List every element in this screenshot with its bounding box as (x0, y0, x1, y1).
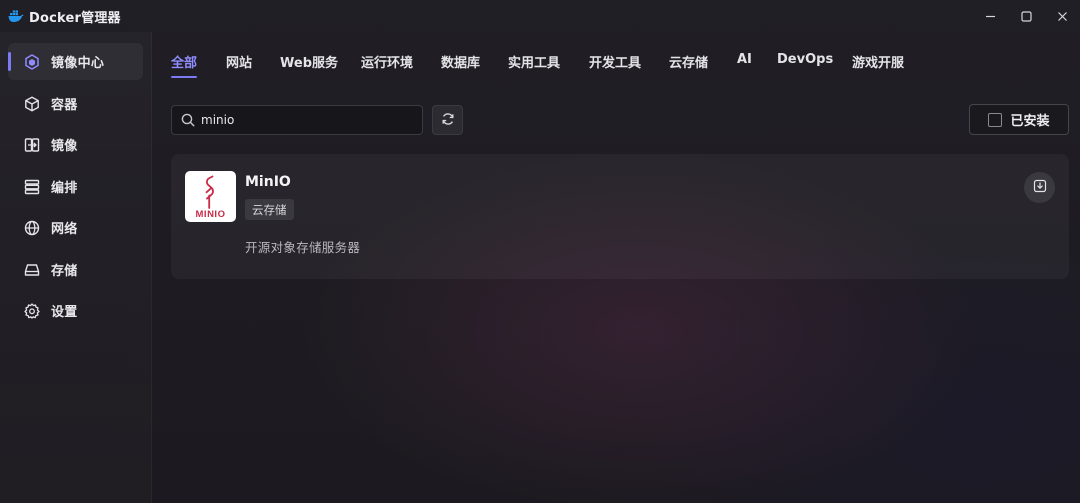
search-box (171, 105, 423, 135)
sidebar-item-label: 编排 (51, 181, 78, 196)
minio-logo: MINIO (185, 171, 236, 222)
drive-icon (23, 261, 41, 279)
title-bar: Docker管理器 (0, 0, 1080, 32)
window-controls (972, 0, 1080, 32)
sidebar-item-compose[interactable]: 编排 (8, 168, 143, 205)
maximize-icon (1020, 7, 1032, 26)
installed-filter-toggle[interactable]: 已安装 (969, 104, 1069, 135)
sidebar-item-images[interactable]: 镜像 (8, 126, 143, 163)
tab-active-underline (171, 76, 198, 78)
close-icon (1057, 7, 1068, 26)
tab-web-service[interactable]: Web服务 (280, 52, 338, 78)
search-icon (181, 113, 195, 127)
app-card[interactable]: MINIO MinIO 云存储 开源对象存储服务器 (171, 154, 1069, 279)
sidebar-item-label: 容器 (51, 98, 78, 113)
tab-label: DevOps (777, 52, 834, 67)
globe-icon (23, 219, 41, 237)
sidebar-item-containers[interactable]: 容器 (8, 85, 143, 122)
tab-ai[interactable]: AI (737, 52, 752, 78)
tab-label: 全部 (171, 56, 198, 71)
tab-runtime[interactable]: 运行环境 (361, 52, 413, 78)
layers-icon (23, 178, 41, 196)
refresh-icon (441, 111, 455, 130)
tab-label: 游戏开服 (852, 56, 905, 71)
minimize-button[interactable] (972, 0, 1008, 32)
installed-label: 已安装 (1010, 114, 1050, 129)
app-name: MinIO (245, 174, 291, 190)
sidebar-item-label: 镜像 (51, 139, 78, 154)
maximize-button[interactable] (1008, 0, 1044, 32)
tab-label: 网站 (226, 56, 253, 71)
active-indicator (8, 52, 11, 71)
tab-database[interactable]: 数据库 (441, 52, 480, 78)
tab-website[interactable]: 网站 (226, 52, 252, 78)
sidebar: 镜像中心 容器 镜像 编排 网络 存储 设置 (0, 32, 152, 503)
tab-utilities[interactable]: 实用工具 (508, 52, 560, 78)
refresh-button[interactable] (432, 105, 463, 135)
tab-label: 运行环境 (361, 56, 414, 71)
tab-all[interactable]: 全部 (171, 52, 198, 78)
sidebar-item-label: 存储 (51, 264, 78, 279)
tab-cloud-storage[interactable]: 云存储 (669, 52, 708, 78)
cube-hex-icon (23, 53, 41, 71)
docker-whale-icon (8, 8, 24, 24)
tab-label: 开发工具 (589, 56, 642, 71)
sidebar-item-image-hub[interactable]: 镜像中心 (8, 43, 143, 80)
sidebar-item-settings[interactable]: 设置 (8, 292, 143, 329)
tab-label: AI (737, 52, 752, 67)
sidebar-item-label: 网络 (51, 222, 78, 237)
sidebar-item-label: 镜像中心 (51, 56, 105, 71)
download-install-icon (1033, 178, 1047, 197)
app-window: Docker管理器 镜像中心 容器 镜像 编排 网络 存储 设置 全部 网站 W… (0, 0, 1080, 503)
install-button[interactable] (1024, 172, 1055, 203)
tab-label: 数据库 (441, 56, 481, 71)
sidebar-item-network[interactable]: 网络 (8, 209, 143, 246)
app-description: 开源对象存储服务器 (245, 240, 361, 255)
minimize-icon (985, 7, 996, 26)
gear-icon (23, 302, 41, 320)
tab-game-servers[interactable]: 游戏开服 (852, 52, 904, 78)
tab-label: Web服务 (280, 56, 338, 71)
tab-label: 云存储 (669, 56, 709, 71)
minio-logo-text: MINIO (196, 209, 226, 220)
box-icon (23, 95, 41, 113)
sidebar-item-storage[interactable]: 存储 (8, 251, 143, 288)
tab-devops[interactable]: DevOps (777, 52, 833, 78)
image-copy-icon (23, 136, 41, 154)
close-button[interactable] (1044, 0, 1080, 32)
tab-dev-tools[interactable]: 开发工具 (589, 52, 641, 78)
tab-label: 实用工具 (508, 56, 561, 71)
search-input[interactable] (201, 113, 422, 127)
installed-checkbox[interactable] (988, 112, 1003, 127)
app-category-tag: 云存储 (245, 199, 294, 220)
sidebar-item-label: 设置 (51, 305, 78, 320)
app-title: Docker管理器 (29, 10, 121, 26)
